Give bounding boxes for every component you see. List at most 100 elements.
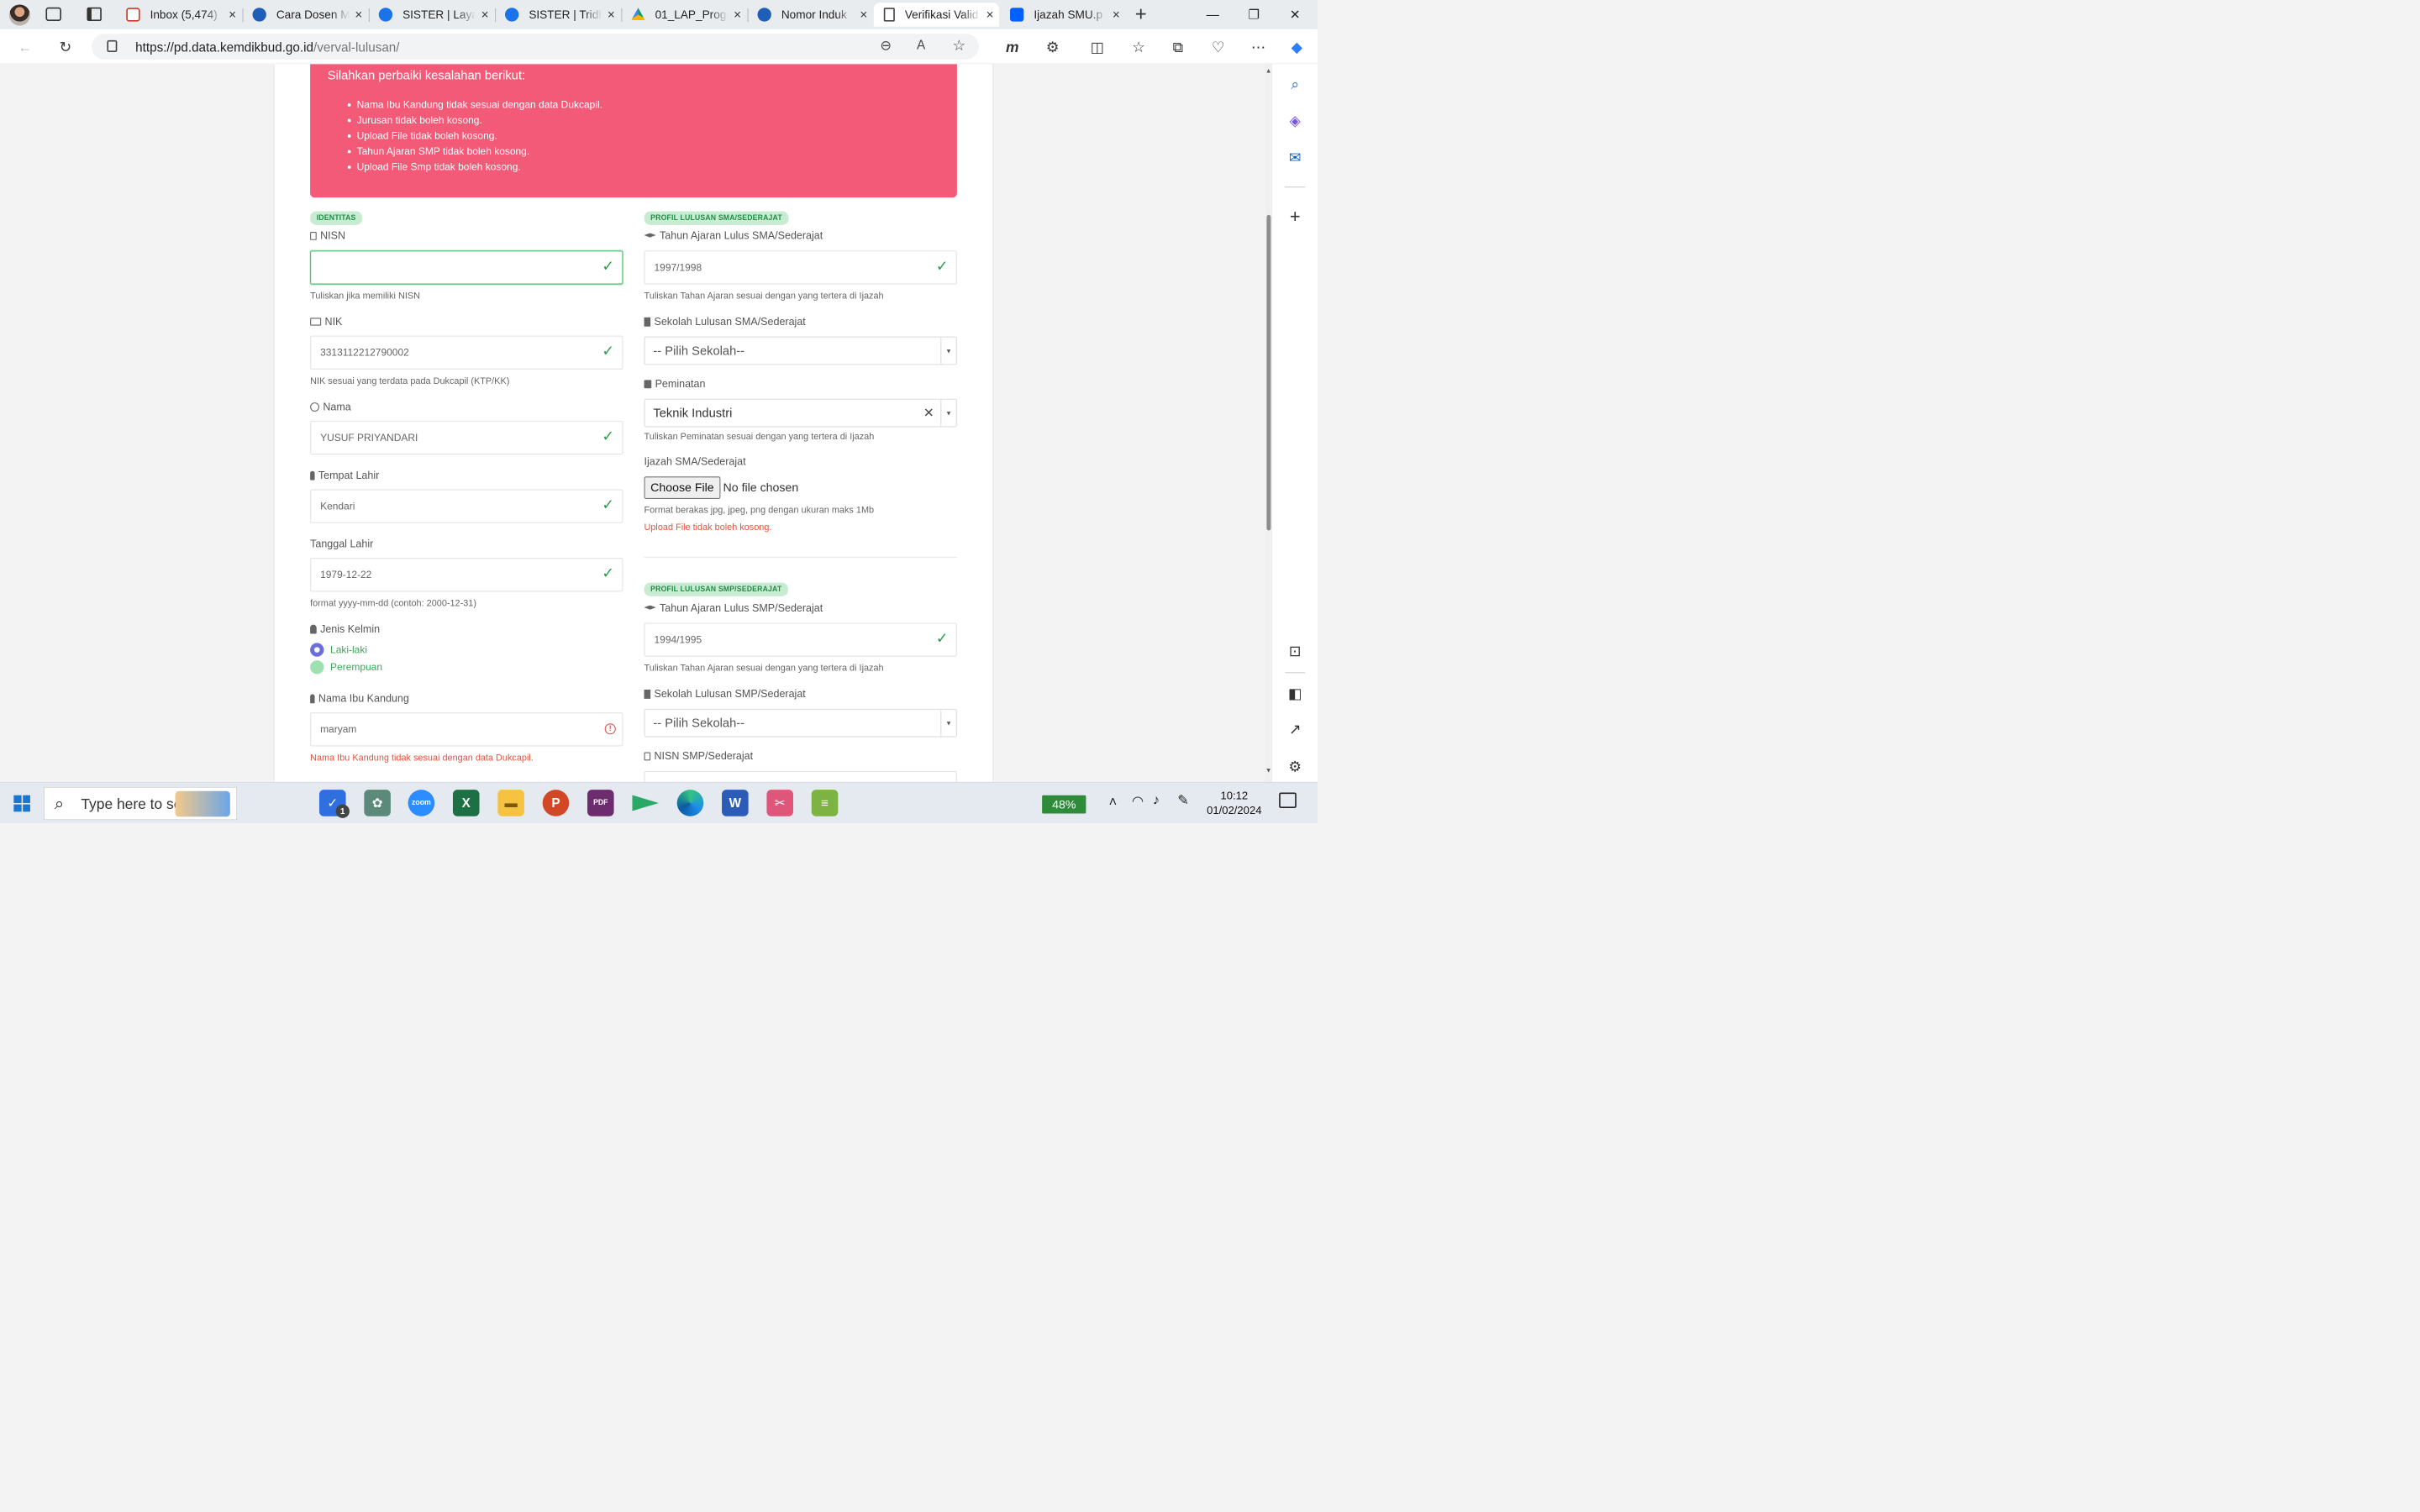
tab-sister-layanan[interactable]: SISTER | Layan×: [369, 3, 494, 26]
sma-sekolah-select[interactable]: -- Pilih Sekolah-- ▼: [644, 336, 957, 365]
clear-icon[interactable]: ✕: [923, 405, 934, 420]
tanggal-lahir-input[interactable]: 1979-12-22 ✓: [310, 558, 623, 592]
minimize-button[interactable]: —: [1192, 3, 1234, 25]
add-icon[interactable]: +: [1284, 206, 1306, 228]
smp-sekolah-select[interactable]: -- Pilih Sekolah-- ▼: [644, 708, 957, 738]
volume-icon[interactable]: ♪: [1153, 792, 1160, 808]
workspaces-icon[interactable]: [45, 7, 61, 22]
dropdown-arrow-icon[interactable]: ▼: [940, 399, 956, 427]
new-tab-button[interactable]: +: [1130, 3, 1152, 25]
outlook-icon[interactable]: ✉: [1284, 146, 1306, 168]
close-icon[interactable]: ×: [1107, 8, 1125, 22]
error-icon: !: [604, 723, 616, 735]
tab-cara-dosen[interactable]: Cara Dosen M ×: [243, 3, 368, 26]
notepad-app-icon[interactable]: ≡: [811, 790, 839, 816]
nisn-input[interactable]: ✓: [310, 250, 623, 285]
close-icon[interactable]: ×: [729, 8, 747, 22]
notifications-icon[interactable]: [1279, 792, 1297, 808]
back-icon[interactable]: ←: [13, 34, 37, 59]
tab-verifikasi-validasi[interactable]: Verifikasi Valid ×: [873, 3, 999, 27]
choose-file-button[interactable]: Choose File: [644, 476, 721, 499]
file-explorer-icon[interactable]: ▬: [497, 790, 524, 816]
edge-app-icon[interactable]: [676, 790, 704, 816]
close-icon[interactable]: ×: [224, 8, 242, 22]
taskbar-clock[interactable]: 10:12 01/02/2024: [1202, 789, 1266, 818]
peminatan-select[interactable]: Teknik Industri ✕ ▼: [644, 398, 957, 428]
close-icon[interactable]: ×: [981, 8, 999, 22]
smp-nisn-input[interactable]: [644, 770, 957, 782]
scroll-thumb[interactable]: [1266, 214, 1271, 531]
tanggal-lahir-label: Tanggal Lahir: [310, 538, 374, 550]
open-external-icon[interactable]: ↗: [1284, 718, 1306, 740]
vertical-scrollbar[interactable]: ▲ ▼: [1265, 64, 1272, 782]
smp-tahun-input[interactable]: 1994/1995 ✓: [644, 622, 957, 657]
start-button[interactable]: [13, 795, 30, 812]
dropdown-arrow-icon[interactable]: ▼: [940, 709, 956, 737]
close-icon[interactable]: ×: [350, 8, 368, 22]
close-icon[interactable]: ×: [476, 8, 494, 22]
window-close-button[interactable]: ✕: [1275, 3, 1316, 25]
performance-icon[interactable]: ♡: [1206, 34, 1230, 59]
zoom-out-icon[interactable]: ⊖: [880, 38, 892, 54]
battery-indicator[interactable]: 48%: [1042, 795, 1086, 814]
radio-laki-laki[interactable]: Laki-laki: [310, 643, 367, 657]
ibu-kandung-error: Nama Ibu Kandung tidak sesuai dengan dat…: [310, 753, 534, 764]
nik-input[interactable]: 3313112212790002 ✓: [310, 335, 623, 370]
tab-nomor-induk[interactable]: Nomor Induk ×: [748, 3, 873, 26]
read-aloud-icon[interactable]: A: [917, 38, 925, 52]
kemdikbud-icon: [252, 8, 266, 22]
taskbar-search-input[interactable]: ⌕ Type here to search: [44, 786, 237, 821]
todo-app-icon[interactable]: ✓ 1: [318, 790, 350, 818]
graduation-cap-icon: [644, 605, 656, 610]
pdf-app-icon[interactable]: PDF: [587, 790, 614, 816]
alert-item: Jurusan tidak boleh kosong.: [357, 113, 602, 129]
scroll-up-icon[interactable]: ▲: [1265, 66, 1272, 74]
smp-tahun-label: Tahun Ajaran Lulus SMP/Sederajat: [644, 601, 823, 614]
profile-avatar[interactable]: [8, 4, 30, 26]
tab-actions-icon[interactable]: [87, 7, 102, 22]
split-screen-icon[interactable]: ◫: [1085, 34, 1109, 59]
pen-icon[interactable]: ✎: [1177, 792, 1189, 808]
tempat-lahir-input[interactable]: Kendari ✓: [310, 489, 623, 523]
favorites-icon[interactable]: ☆: [1126, 34, 1150, 59]
screenshot-icon[interactable]: ⊡: [1284, 640, 1306, 662]
radio-perempuan[interactable]: Perempuan: [310, 660, 382, 675]
copilot-icon[interactable]: ◆: [1285, 34, 1309, 59]
lock-icon: [107, 39, 118, 53]
address-bar[interactable]: https://pd.data.kemdikbud.go.id/verval-l…: [91, 34, 980, 60]
sidebar-toggle-icon[interactable]: ◧: [1284, 682, 1306, 704]
powerpoint-app-icon[interactable]: P: [542, 790, 570, 816]
dropdown-arrow-icon[interactable]: ▼: [940, 337, 956, 365]
tab-drive-lap[interactable]: 01_LAP_Progr ×: [621, 3, 746, 26]
dropbox-icon: [1010, 8, 1024, 22]
more-menu-icon[interactable]: ⋯: [1246, 34, 1270, 59]
sma-tahun-input[interactable]: 1997/1998 ✓: [644, 250, 957, 285]
copilot-apps-icon[interactable]: ◈: [1284, 110, 1306, 132]
zoom-app-icon[interactable]: zoom: [408, 790, 435, 816]
ibu-kandung-input[interactable]: maryam!: [310, 712, 623, 747]
show-hidden-icons[interactable]: ˄: [1109, 795, 1118, 811]
search-icon[interactable]: ⌕: [1284, 73, 1306, 95]
refresh-icon[interactable]: ↻: [53, 34, 77, 59]
nik-label: NIK: [310, 316, 342, 328]
media-app-icon[interactable]: [632, 795, 659, 811]
chatgpt-app-icon[interactable]: ✿: [364, 790, 391, 816]
restore-button[interactable]: ❐: [1234, 3, 1275, 25]
excel-app-icon[interactable]: X: [452, 790, 480, 816]
nama-input[interactable]: YUSUF PRIYANDARI ✓: [310, 420, 623, 455]
settings-icon[interactable]: ⚙: [1284, 755, 1306, 777]
tab-inbox[interactable]: Inbox (5,474) ×: [116, 3, 241, 26]
scroll-down-icon[interactable]: ▼: [1265, 766, 1272, 774]
extensions-icon[interactable]: ⚙: [1040, 34, 1065, 59]
word-app-icon[interactable]: W: [722, 790, 749, 816]
favorite-star-icon[interactable]: ☆: [952, 37, 965, 55]
tab-sister-tridharma[interactable]: SISTER | Tridh ×: [495, 3, 620, 26]
tab-ijazah-smu[interactable]: Ijazah SMU.p ×: [1000, 3, 1125, 26]
close-icon[interactable]: ×: [602, 8, 620, 22]
collections-icon[interactable]: ⧉: [1165, 34, 1190, 59]
wifi-icon[interactable]: ◠: [1132, 794, 1144, 810]
close-icon[interactable]: ×: [855, 8, 873, 22]
snipping-tool-icon[interactable]: ✂: [766, 790, 793, 816]
ijazah-sma-label: Ijazah SMA/Sederajat: [644, 455, 746, 468]
extension-m-icon[interactable]: m: [1000, 34, 1024, 59]
